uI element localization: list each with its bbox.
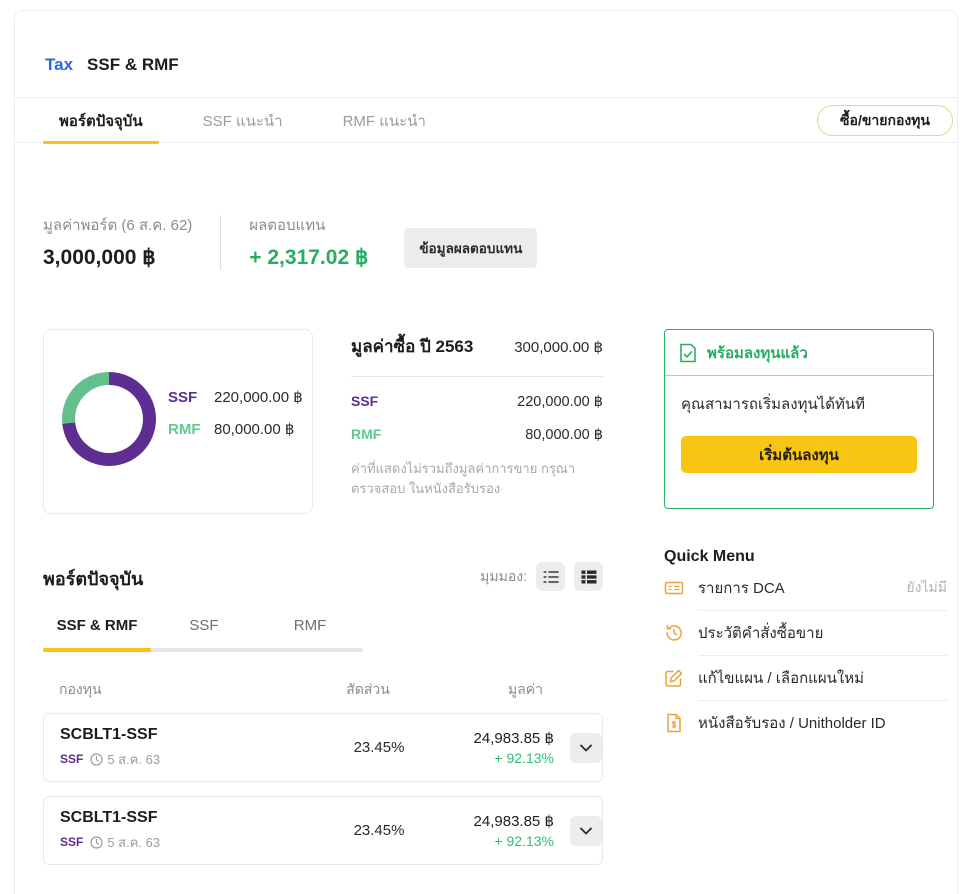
quick-menu-title: Quick Menu — [664, 548, 947, 566]
clock-icon — [90, 753, 103, 766]
filter-tab-track — [43, 648, 363, 652]
fund-value: 24,983.85 ฿ — [434, 812, 554, 830]
page-title: SSF & RMF — [87, 55, 179, 75]
purchase-row-rmf: RMF 80,000.00 ฿ — [351, 426, 603, 443]
page-header: Tax SSF & RMF — [15, 11, 957, 98]
fund-table-header: กองทุน สัดส่วน มูลค่า — [43, 679, 603, 701]
buy-sell-fund-button[interactable]: ซื้อ/ขายกองทุน — [817, 105, 953, 136]
fund-proportion: 23.45% — [324, 822, 434, 839]
allocation-donut-chart — [62, 372, 156, 466]
purchase-row-label: RMF — [351, 426, 381, 442]
main-tab-bar: พอร์ตปัจจุบัน SSF แนะนำ RMF แนะนำ ซื้อ/ข… — [15, 98, 957, 143]
legend-value: 80,000.00 ฿ — [214, 420, 294, 438]
tab-label: พอร์ตปัจจุบัน — [59, 109, 143, 133]
view-toggle-group: มุมมอง: — [43, 562, 603, 591]
purchase-divider — [351, 376, 603, 377]
fund-row: SCBLT1-SSF SSF 5 ส.ค. 63 23.45% 24,98 — [43, 796, 603, 865]
table-view-icon — [581, 570, 597, 584]
fund-row: SCBLT1-SSF SSF 5 ส.ค. 63 23.45% 24,98 — [43, 713, 603, 782]
tab-label: RMF แนะนำ — [343, 109, 426, 133]
purchase-total: 300,000.00 ฿ — [514, 338, 603, 356]
filter-tab-rmf[interactable]: RMF — [257, 617, 363, 648]
legend-value: 220,000.00 ฿ — [214, 388, 303, 406]
fund-proportion: 23.45% — [324, 739, 434, 756]
quick-menu: Quick Menu รายการ DCA ยังไม่มี — [664, 548, 947, 745]
summary-divider — [220, 215, 221, 270]
ssf-rmf-dashboard: Tax SSF & RMF พอร์ตปัจจุบัน SSF แนะนำ RM… — [0, 0, 974, 894]
fund-date-text: 5 ส.ค. 63 — [107, 749, 160, 770]
edit-plan-icon — [664, 668, 684, 688]
fund-type-badge: SSF — [60, 752, 83, 766]
list-view-icon — [543, 570, 559, 584]
purchase-row-value: 80,000.00 ฿ — [525, 427, 603, 443]
fund-change: + 92.13% — [434, 833, 554, 849]
allocation-legend: SSF 220,000.00 ฿ RMF 80,000.00 ฿ — [168, 388, 303, 438]
quick-menu-item-certificate[interactable]: หนังสือรับรอง / Unitholder ID — [664, 701, 947, 745]
purchase-row-value: 220,000.00 ฿ — [517, 394, 603, 410]
fund-value: 24,983.85 ฿ — [434, 729, 554, 747]
portfolio-summary: มูลค่าพอร์ต (6 ส.ค. 62) 3,000,000 ฿ ผลตอ… — [43, 213, 537, 270]
return-info-button[interactable]: ข้อมูลผลตอบแทน — [404, 228, 537, 268]
fund-type-badge: SSF — [60, 835, 83, 849]
portfolio-filter-tabs: SSF & RMF SSF RMF — [43, 617, 363, 652]
quick-menu-item-dca[interactable]: รายการ DCA ยังไม่มี — [664, 566, 947, 610]
return-label: ผลตอบแทน — [249, 213, 368, 237]
quick-menu-label: แก้ไขแผน / เลือกแผนใหม่ — [698, 666, 933, 690]
start-investing-button[interactable]: เริ่มต้นลงทุน — [681, 436, 917, 473]
portfolio-value: 3,000,000 ฿ — [43, 245, 192, 270]
expand-fund-row-button[interactable] — [570, 816, 602, 846]
chevron-down-icon — [580, 827, 592, 835]
fund-change: + 92.13% — [434, 750, 554, 766]
quick-menu-label: หนังสือรับรอง / Unitholder ID — [698, 711, 933, 735]
main-panel: Tax SSF & RMF พอร์ตปัจจุบัน SSF แนะนำ RM… — [14, 10, 958, 894]
ready-to-invest-box: พร้อมลงทุนแล้ว คุณสามารถเริ่มลงทุนได้ทัน… — [664, 329, 934, 509]
filter-tab-ssf[interactable]: SSF — [151, 617, 257, 648]
chevron-down-icon — [580, 744, 592, 752]
fund-name: SCBLT1-SSF — [60, 809, 324, 827]
quick-menu-item-edit-plan[interactable]: แก้ไขแผน / เลือกแผนใหม่ — [664, 656, 947, 700]
quick-menu-label: ประวัติคำสั่งซื้อขาย — [698, 621, 933, 645]
table-view-button[interactable] — [574, 562, 603, 591]
ready-message: คุณสามารถเริ่มลงทุนได้ทันที — [681, 392, 917, 416]
active-tab-underline — [43, 141, 159, 144]
tab-rmf-recommended[interactable]: RMF แนะนำ — [327, 98, 442, 143]
purchase-disclaimer: ค่าที่แสดงไม่รวมถึงมูลค่าการขาย กรุณาตรว… — [351, 459, 603, 499]
quick-menu-label: รายการ DCA — [698, 576, 892, 600]
allocation-card: SSF 220,000.00 ฿ RMF 80,000.00 ฿ — [43, 329, 313, 514]
view-label: มุมมอง: — [480, 566, 527, 588]
legend-label: RMF — [168, 421, 214, 438]
quick-menu-meta: ยังไม่มี — [906, 577, 947, 599]
tab-current-portfolio[interactable]: พอร์ตปัจจุบัน — [43, 98, 159, 143]
document-check-icon — [679, 343, 697, 363]
column-header-fund: กองทุน — [43, 679, 313, 701]
purchase-summary: มูลค่าซื้อ ปี 2563 300,000.00 ฿ SSF 220,… — [351, 333, 603, 499]
clock-icon — [90, 836, 103, 849]
fund-name: SCBLT1-SSF — [60, 726, 324, 744]
breadcrumb-tax[interactable]: Tax — [45, 55, 73, 75]
legend-item-rmf: RMF 80,000.00 ฿ — [168, 420, 303, 438]
list-view-button[interactable] — [536, 562, 565, 591]
legend-label: SSF — [168, 389, 214, 406]
tab-ssf-recommended[interactable]: SSF แนะนำ — [187, 98, 299, 143]
fund-date: 5 ส.ค. 63 — [90, 832, 160, 853]
portfolio-value-label: มูลค่าพอร์ต (6 ส.ค. 62) — [43, 213, 192, 237]
dca-list-icon — [664, 578, 684, 598]
filter-tab-active-indicator — [43, 648, 151, 652]
purchase-title: มูลค่าซื้อ ปี 2563 — [351, 333, 473, 360]
fund-date: 5 ส.ค. 63 — [90, 749, 160, 770]
purchase-row-label: SSF — [351, 393, 378, 409]
ready-title: พร้อมลงทุนแล้ว — [707, 341, 808, 365]
column-header-value: มูลค่า — [423, 679, 543, 701]
tab-label: SSF แนะนำ — [203, 109, 283, 133]
history-icon — [664, 623, 684, 643]
expand-fund-row-button[interactable] — [570, 733, 602, 763]
filter-tab-ssf-rmf[interactable]: SSF & RMF — [43, 617, 151, 648]
quick-menu-item-order-history[interactable]: ประวัติคำสั่งซื้อขาย — [664, 611, 947, 655]
fund-date-text: 5 ส.ค. 63 — [107, 832, 160, 853]
certificate-icon — [664, 713, 684, 733]
legend-item-ssf: SSF 220,000.00 ฿ — [168, 388, 303, 406]
purchase-row-ssf: SSF 220,000.00 ฿ — [351, 393, 603, 410]
return-value: + 2,317.02 ฿ — [249, 245, 368, 270]
column-header-proportion: สัดส่วน — [313, 679, 423, 701]
